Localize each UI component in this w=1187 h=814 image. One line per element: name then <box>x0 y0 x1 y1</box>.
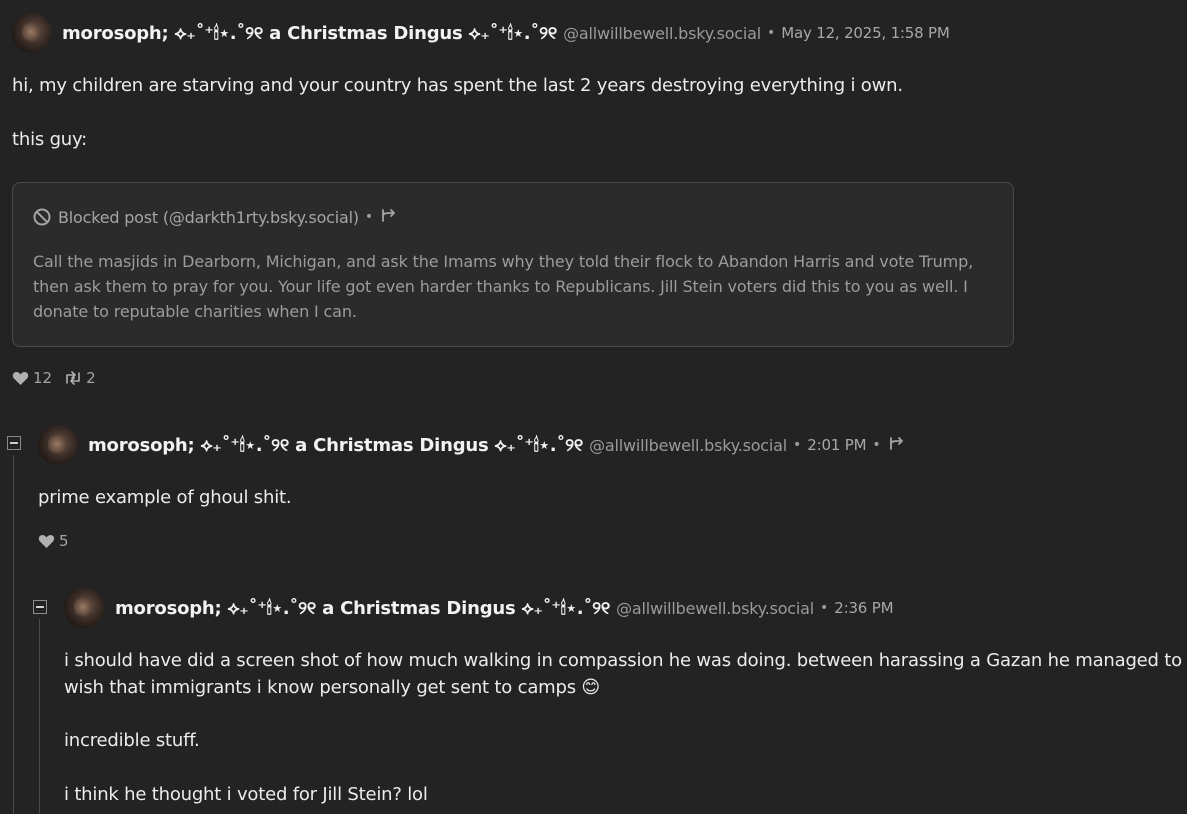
separator-dot: • <box>872 437 881 453</box>
post-stats: 12 2 <box>12 368 96 388</box>
separator-dot: • <box>793 437 802 453</box>
repost-count: 2 <box>86 369 96 387</box>
quoted-post-text: Call the masjids in Dearborn, Michigan, … <box>33 252 974 321</box>
reply-paragraph: i should have did a screen shot of how m… <box>64 650 1182 698</box>
thread-line <box>13 455 14 814</box>
reply-stats: 5 <box>38 531 69 551</box>
reply-timestamp[interactable]: 2:36 PM <box>834 599 893 617</box>
heart-icon[interactable] <box>12 371 29 386</box>
quoted-post-header: Blocked post (@darkth1rty.bsky.social) • <box>33 206 397 228</box>
reply-header: morosoph; ⟡₊˚⁺🕯⋆.˚୨୧ a Christmas Dingus … <box>115 595 894 621</box>
reply-text: prime example of ghoul shit. <box>38 487 292 508</box>
author-handle[interactable]: @allwillbewell.bsky.social <box>589 436 787 455</box>
author-name[interactable]: morosoph; ⟡₊˚⁺🕯⋆.˚୨୧ a Christmas Dingus … <box>62 23 557 44</box>
heart-icon[interactable] <box>38 534 55 549</box>
like-count: 12 <box>33 369 53 387</box>
collapse-toggle[interactable] <box>7 436 21 450</box>
post-timestamp[interactable]: May 12, 2025, 1:58 PM <box>781 24 950 42</box>
author-handle[interactable]: @allwillbewell.bsky.social <box>616 599 814 618</box>
author-avatar[interactable] <box>38 425 78 465</box>
author-handle[interactable]: @allwillbewell.bsky.social <box>563 24 761 43</box>
branch-arrow-icon[interactable] <box>887 436 905 454</box>
blocked-post-label: Blocked post (@darkth1rty.bsky.social) <box>58 207 359 227</box>
reply-paragraph: i think he thought i voted for Jill Stei… <box>64 784 428 805</box>
reply-header: morosoph; ⟡₊˚⁺🕯⋆.˚୨୧ a Christmas Dingus … <box>88 432 905 458</box>
branch-arrow-icon[interactable] <box>379 208 397 226</box>
repost-icon[interactable] <box>64 371 82 385</box>
author-name[interactable]: morosoph; ⟡₊˚⁺🕯⋆.˚୨୧ a Christmas Dingus … <box>115 598 610 619</box>
ban-icon <box>33 208 51 226</box>
like-count: 5 <box>59 532 69 550</box>
separator-dot: • <box>767 25 776 41</box>
thread-line <box>39 619 40 814</box>
author-avatar[interactable] <box>64 588 104 628</box>
quoted-post[interactable]: Blocked post (@darkth1rty.bsky.social) •… <box>12 182 1014 347</box>
reply-timestamp[interactable]: 2:01 PM <box>807 436 866 454</box>
reply-paragraph: incredible stuff. <box>64 730 200 751</box>
post-header: morosoph; ⟡₊˚⁺🕯⋆.˚୨୧ a Christmas Dingus … <box>62 20 950 46</box>
post-paragraph: this guy: <box>12 129 88 150</box>
author-avatar[interactable] <box>12 13 52 53</box>
collapse-toggle[interactable] <box>33 600 47 614</box>
separator-dot: • <box>820 600 829 616</box>
post-paragraph: hi, my children are starving and your co… <box>12 75 903 96</box>
separator-dot: • <box>364 209 373 225</box>
author-name[interactable]: morosoph; ⟡₊˚⁺🕯⋆.˚୨୧ a Christmas Dingus … <box>88 435 583 456</box>
